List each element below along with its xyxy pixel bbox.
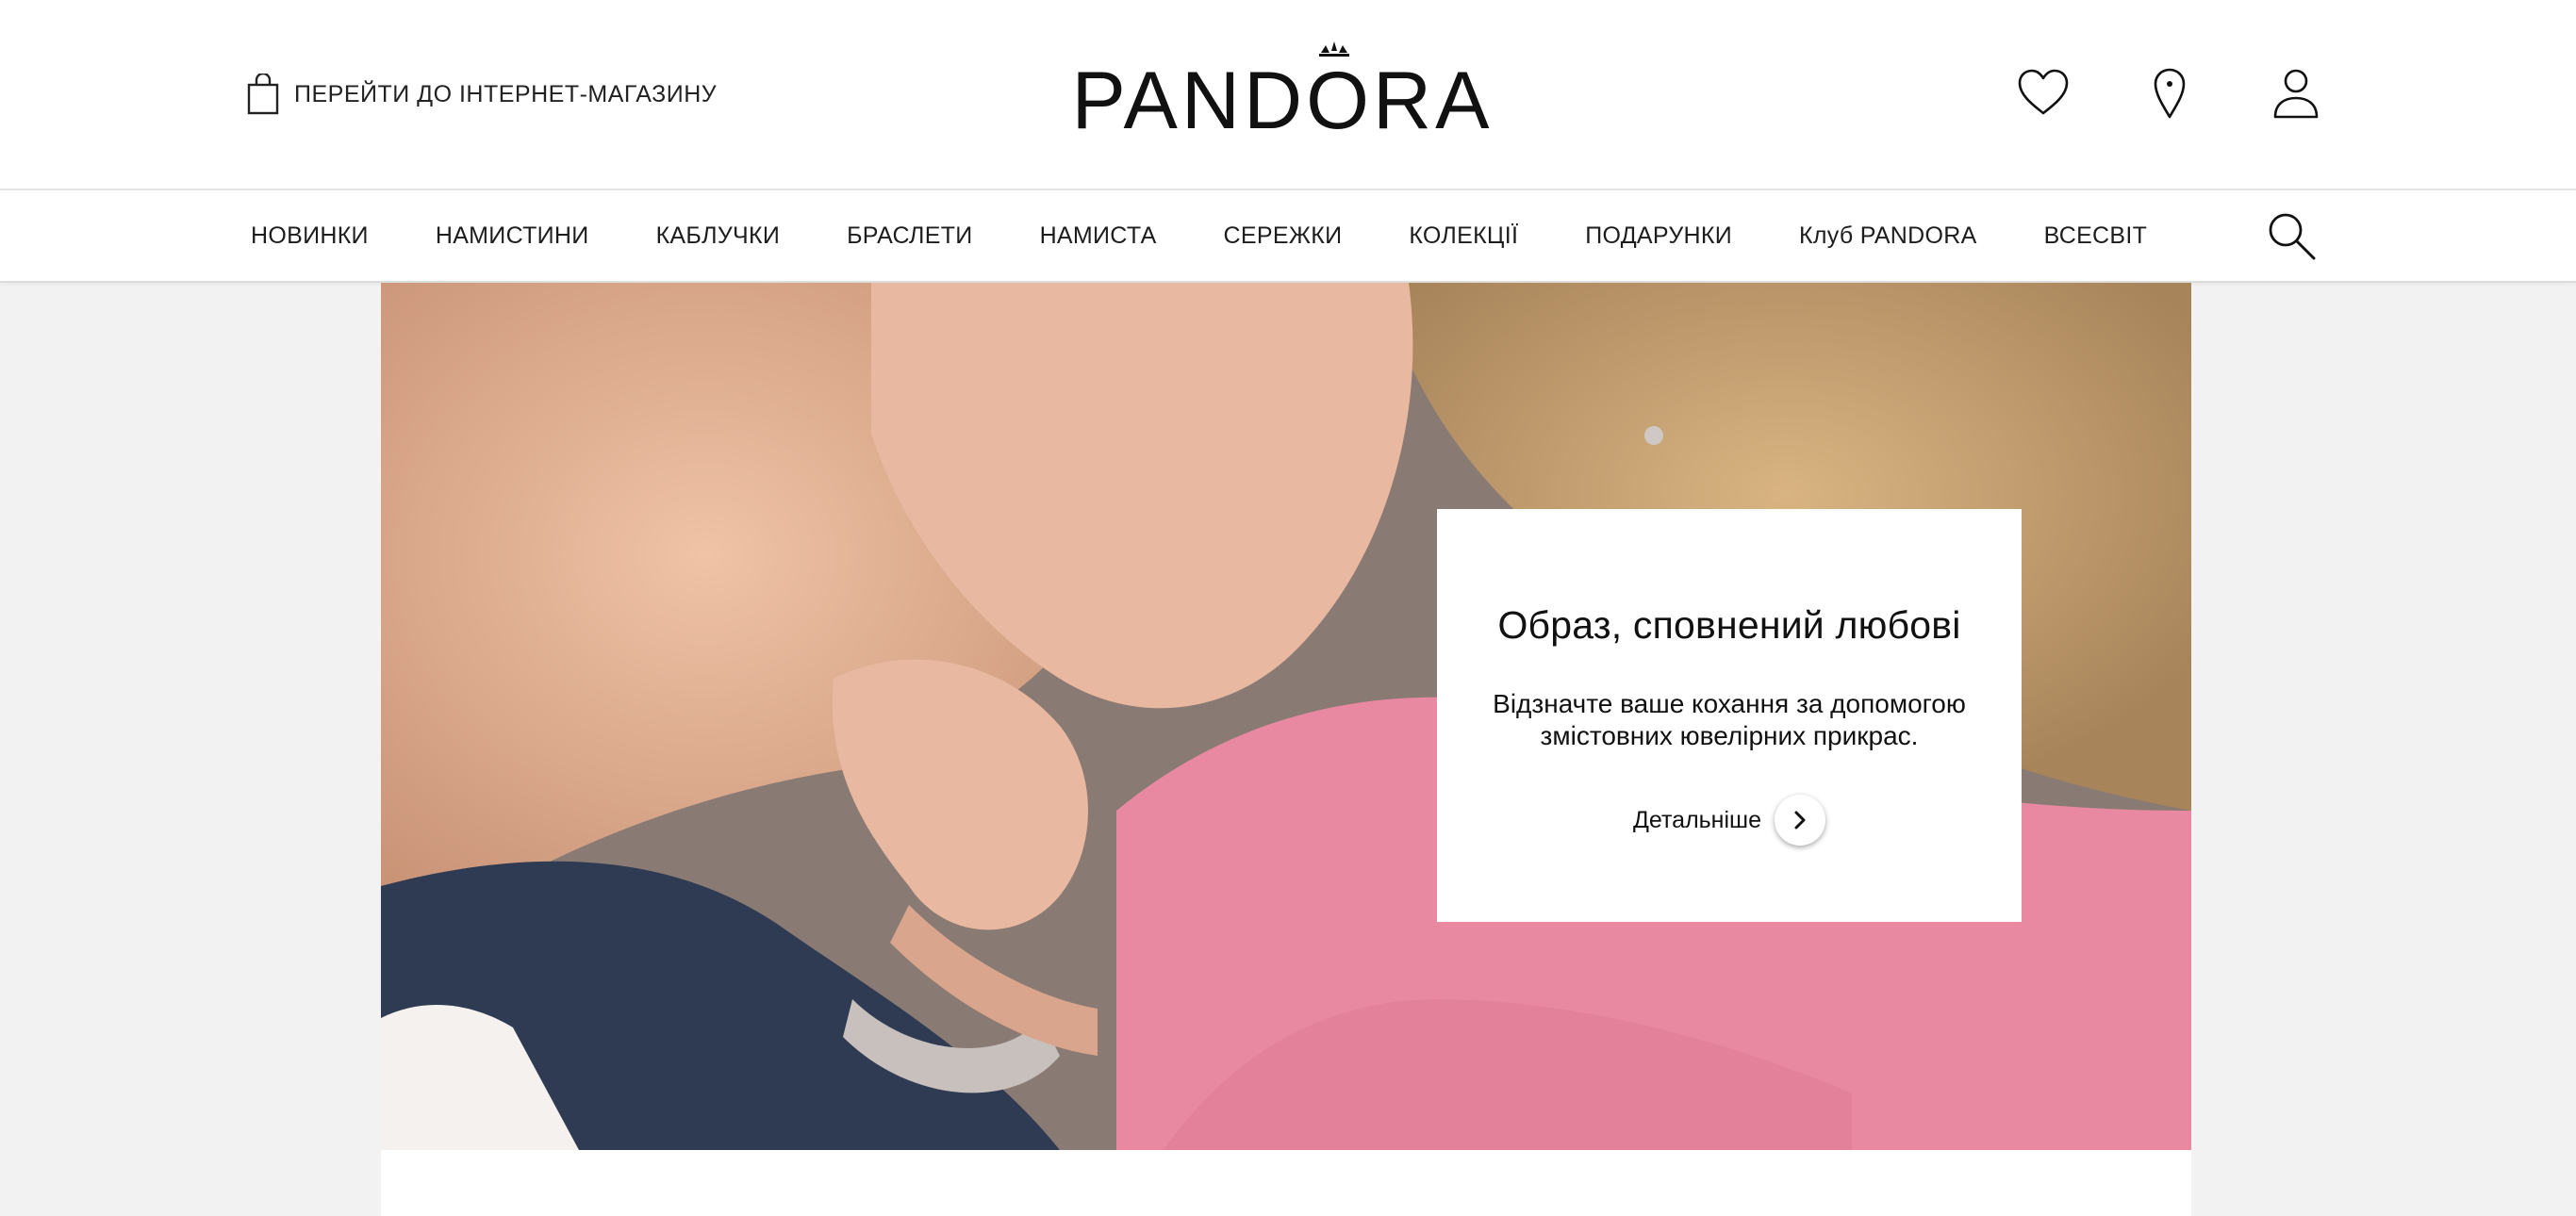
nav-item-serezhky[interactable]: СЕРЕЖКИ — [1224, 222, 1343, 250]
nav-item-novynky[interactable]: НОВИНКИ — [251, 222, 369, 250]
pandora-logo[interactable]: PANDORA — [1072, 38, 1490, 146]
hero-banner[interactable]: Образ, сповнений любові Відзначте ваше к… — [381, 283, 2191, 1150]
main-navigation: НОВИНКИ НАМИСТИНИ КАБЛУЧКИ БРАСЛЕТИ НАМИ… — [0, 190, 2576, 283]
heart-icon[interactable] — [2014, 64, 2072, 123]
nav-item-kolektsii[interactable]: КОЛЕКЦІЇ — [1409, 222, 1518, 250]
nav-item-vsesvit[interactable]: ВСЕСВІТ — [2044, 222, 2148, 250]
nav-item-kabluchky[interactable]: КАБЛУЧКИ — [656, 222, 781, 250]
nav-item-podarunky[interactable]: ПОДАРУНКИ — [1585, 222, 1732, 250]
search-icon[interactable] — [2265, 209, 2318, 262]
logo-text: PANDORA — [1075, 56, 1490, 132]
content-section — [381, 1150, 2191, 1216]
nav-item-klub-pandora[interactable]: Клуб PANDORA — [1799, 222, 1977, 250]
online-shop-link-label: ПЕРЕЙТИ ДО ІНТЕРНЕТ-МАГАЗИНУ — [294, 80, 718, 107]
shopping-bag-icon — [247, 74, 279, 115]
details-link[interactable]: Детальніше — [1437, 792, 2022, 848]
hero-description: Відзначте ваше кохання за допомогою зміс… — [1493, 689, 1966, 750]
hero-promo-card: Образ, сповнений любові Відзначте ваше к… — [1437, 509, 2022, 922]
hero-title: Образ, сповнений любові — [1497, 603, 1961, 647]
pandora-logo-graphic: PANDORA — [1072, 41, 1490, 146]
nav-item-braslety[interactable]: БРАСЛЕТИ — [847, 222, 972, 250]
location-pin-icon[interactable] — [2140, 64, 2199, 123]
top-header: ПЕРЕЙТИ ДО ІНТЕРНЕТ-МАГАЗИНУ PANDORA — [0, 0, 2576, 190]
nav-list: НОВИНКИ НАМИСТИНИ КАБЛУЧКИ БРАСЛЕТИ НАМИ… — [251, 190, 2147, 281]
chevron-right-icon[interactable] — [1775, 795, 1825, 846]
online-shop-link[interactable]: ПЕРЕЙТИ ДО ІНТЕРНЕТ-МАГАЗИНУ — [247, 70, 717, 119]
details-link-label: Детальніше — [1632, 806, 1761, 833]
user-icon[interactable] — [2267, 64, 2325, 123]
nav-item-namystyny[interactable]: НАМИСТИНИ — [436, 222, 589, 250]
nav-item-namysta[interactable]: НАМИСТА — [1040, 222, 1157, 250]
